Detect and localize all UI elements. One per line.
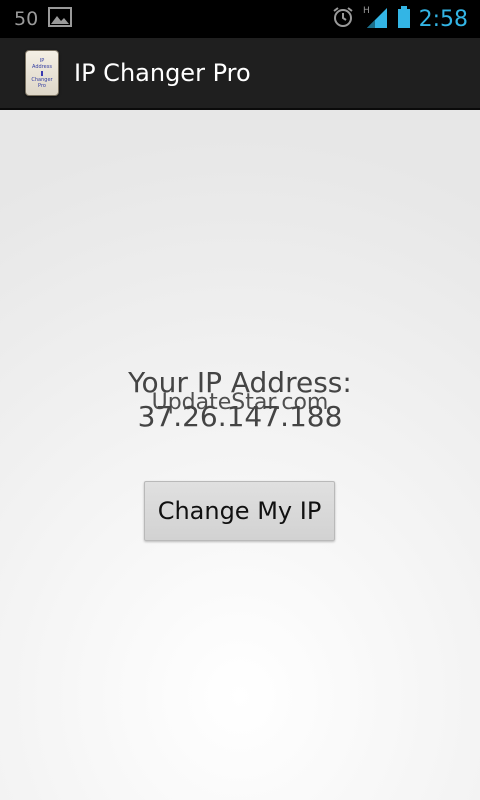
app-icon-text-2: Address — [32, 63, 52, 70]
notification-count: 50 — [14, 8, 39, 30]
battery-icon — [397, 5, 411, 33]
signal-h-icon: H — [363, 4, 389, 34]
alarm-icon — [331, 5, 355, 33]
status-clock: 2:58 — [418, 6, 468, 32]
svg-text:H: H — [363, 6, 370, 16]
ip-value: 37.26.147.188 — [137, 400, 343, 433]
change-ip-button[interactable]: Change My IP — [144, 481, 335, 541]
main-content: Your IP Address: UpdateStar.com 37.26.14… — [0, 110, 480, 800]
app-icon-text-4: Pro — [38, 82, 46, 89]
app-icon-divider — [41, 70, 43, 76]
app-title: IP Changer Pro — [74, 59, 251, 87]
status-bar: 50 H 2:58 — [0, 0, 480, 38]
image-notification-icon — [48, 7, 73, 31]
action-bar: IP Address Changer Pro IP Changer Pro — [0, 38, 480, 110]
app-icon[interactable]: IP Address Changer Pro — [25, 50, 59, 96]
